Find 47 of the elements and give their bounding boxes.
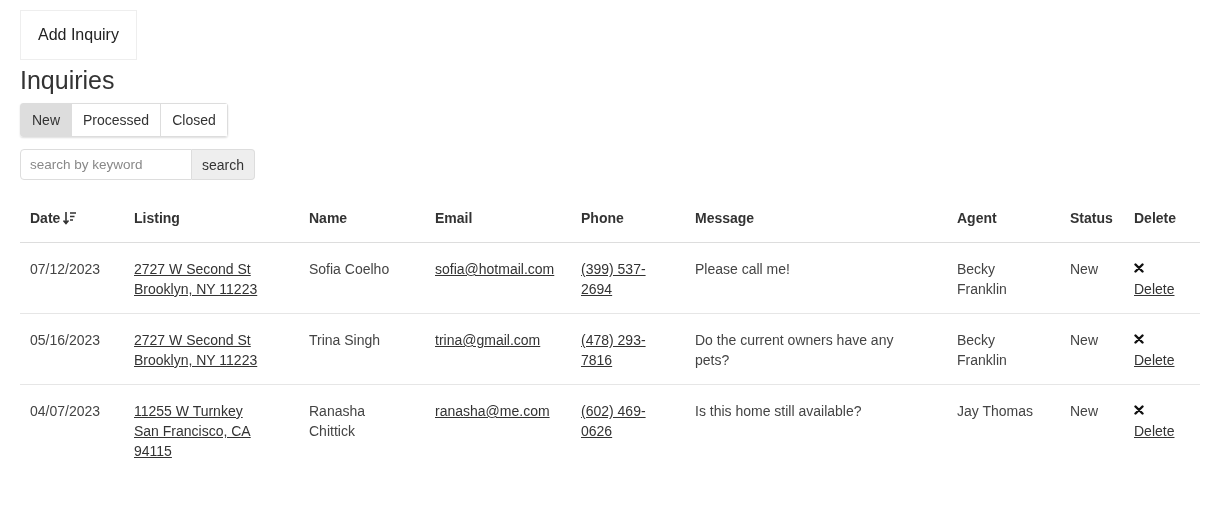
- column-header[interactable]: Date: [30, 210, 61, 226]
- delete-link[interactable]: Delete: [1134, 421, 1175, 441]
- name-text: Trina Singh: [309, 332, 381, 348]
- delete-link[interactable]: Delete: [1134, 350, 1175, 370]
- agent-text: Jay Thomas: [957, 403, 1033, 419]
- close-icon: [1134, 263, 1144, 273]
- status-text: New: [1070, 261, 1098, 277]
- filter-tab[interactable]: Closed: [160, 104, 227, 136]
- column-header[interactable]: Listing: [134, 210, 180, 226]
- column-header[interactable]: Message: [695, 210, 755, 226]
- sort-icon[interactable]: [63, 211, 78, 225]
- close-icon: [1134, 334, 1144, 344]
- email-link[interactable]: ranasha@me.com: [435, 401, 561, 421]
- date-text: 07/12/2023: [30, 261, 101, 277]
- filter-tab[interactable]: New: [21, 104, 71, 136]
- phone-link[interactable]: (602) 469-0626: [581, 401, 656, 441]
- filter-tab[interactable]: Processed: [71, 104, 161, 136]
- email-link[interactable]: sofia@hotmail.com: [435, 259, 561, 279]
- search-field[interactable]: search by keyword: [20, 149, 192, 180]
- message-text: Is this home still available?: [695, 403, 862, 419]
- listing-link[interactable]: 2727 W Second St Brooklyn, NY 11223: [134, 259, 264, 299]
- page-heading: Inquiries: [20, 66, 116, 95]
- email-link[interactable]: trina@gmail.com: [435, 330, 561, 350]
- column-header[interactable]: Agent: [957, 210, 997, 226]
- message-text: Do the current owners have any pets?: [695, 332, 894, 368]
- status-text: New: [1070, 403, 1098, 419]
- add-inquiry-button[interactable]: Add Inquiry: [20, 10, 137, 60]
- date-text: 04/07/2023: [30, 403, 101, 419]
- column-header[interactable]: Status: [1070, 210, 1113, 226]
- column-header[interactable]: Email: [435, 210, 473, 226]
- date-text: 05/16/2023: [30, 332, 101, 348]
- phone-link[interactable]: (399) 537-2694: [581, 259, 656, 299]
- search-button[interactable]: search: [192, 149, 256, 180]
- message-text: Please call me!: [695, 261, 790, 277]
- agent-text: Becky Franklin: [957, 261, 1007, 297]
- close-icon: [1134, 405, 1144, 415]
- delete-link[interactable]: Delete: [1134, 279, 1175, 299]
- column-header[interactable]: Phone: [581, 210, 624, 226]
- listing-link[interactable]: 2727 W Second St Brooklyn, NY 11223: [134, 330, 264, 370]
- agent-text: Becky Franklin: [957, 332, 1007, 368]
- listing-link[interactable]: 11255 W Turnkey San Francisco, CA 94115: [134, 401, 264, 461]
- name-text: Ranasha Chittick: [309, 403, 366, 439]
- column-header[interactable]: Delete: [1134, 210, 1177, 226]
- phone-link[interactable]: (478) 293-7816: [581, 330, 656, 370]
- name-text: Sofia Coelho: [309, 261, 390, 277]
- status-text: New: [1070, 332, 1098, 348]
- column-header[interactable]: Name: [309, 210, 348, 226]
